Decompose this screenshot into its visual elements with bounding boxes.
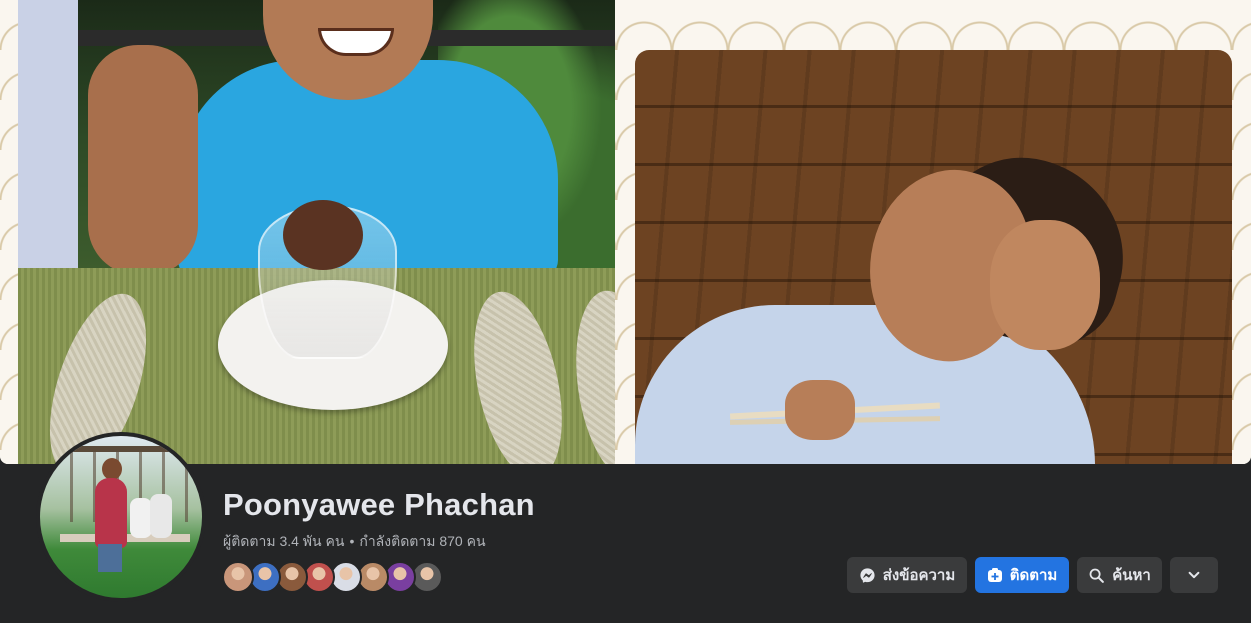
woman-jeans	[98, 544, 122, 572]
following-count-link[interactable]: กำลังติดตาม 870 คน	[359, 533, 485, 549]
search-button[interactable]: ค้นหา	[1077, 557, 1162, 593]
follow-button[interactable]: ติดตาม	[975, 557, 1069, 593]
chevron-down-icon	[1187, 568, 1201, 582]
separator-dot: •	[349, 533, 355, 549]
cover-photo-left-ice-cream	[18, 0, 615, 464]
woman-red-top	[95, 478, 127, 548]
message-button-label: ส่งข้อความ	[882, 567, 956, 584]
follow-plus-icon	[987, 567, 1003, 583]
cover-photo-right-boy	[635, 50, 1232, 464]
child	[150, 494, 172, 538]
profile-name: Poonyawee Phachan	[223, 487, 535, 522]
search-icon	[1088, 567, 1105, 584]
more-options-button[interactable]	[1170, 557, 1218, 593]
adult-shirt	[18, 0, 78, 270]
boy-fist	[785, 380, 855, 440]
chocolate-scoop	[283, 200, 363, 270]
profile-picture-frame[interactable]	[36, 432, 206, 602]
child	[130, 498, 152, 538]
profile-picture[interactable]	[40, 436, 202, 598]
boy-arm-spoon	[88, 45, 198, 275]
follower-avatar[interactable]	[222, 561, 254, 593]
search-button-label: ค้นหา	[1112, 567, 1151, 584]
woman-head	[102, 458, 122, 480]
boy-hand-on-head	[990, 220, 1100, 350]
cover-photo[interactable]	[0, 0, 1251, 464]
followers-count-link[interactable]: ผู้ติดตาม 3.4 พัน คน	[223, 533, 344, 549]
messenger-icon	[859, 567, 876, 584]
follow-button-label: ติดตาม	[1009, 567, 1058, 584]
follower-avatars-row	[222, 561, 443, 593]
message-button[interactable]: ส่งข้อความ	[847, 557, 967, 593]
follower-stats: ผู้ติดตาม 3.4 พัน คน • กำลังติดตาม 870 คน	[223, 531, 486, 553]
